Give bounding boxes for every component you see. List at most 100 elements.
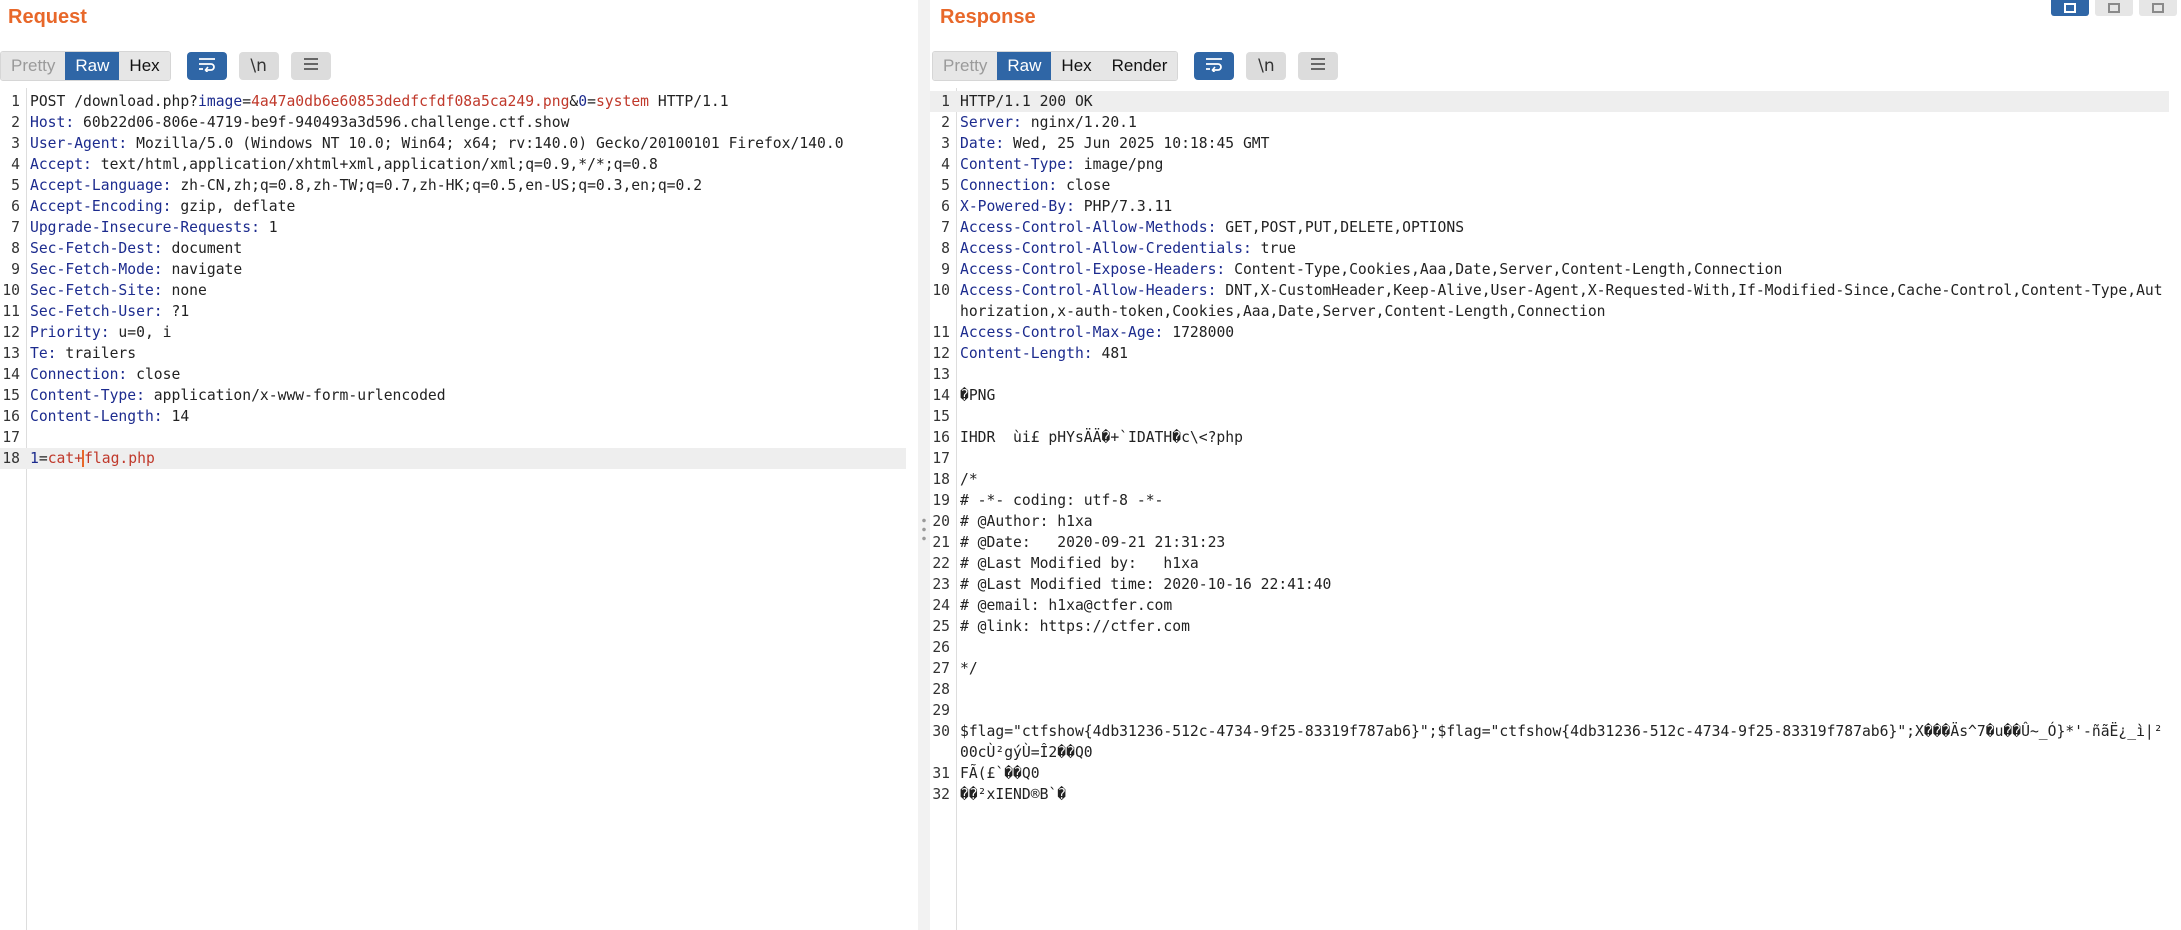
response-line: 15 xyxy=(930,406,2169,427)
token-value: 60b22d06-806e-4719-be9f-940493a3d596.cha… xyxy=(74,114,570,131)
line-content: Access-Control-Expose-Headers: Content-T… xyxy=(960,259,2169,280)
response-tab-pretty[interactable]: Pretty xyxy=(933,52,998,80)
line-content: Access-Control-Allow-Methods: GET,POST,P… xyxy=(960,217,2169,238)
rows-icon xyxy=(2108,3,2120,13)
line-number: 6 xyxy=(11,198,20,215)
line-number: 13 xyxy=(2,345,20,362)
line-number: 16 xyxy=(932,429,950,446)
response-editor[interactable]: 1 HTTP/1.1 200 OK 2 Server: nginx/1.20.1 3 Da… xyxy=(930,88,2181,930)
request-line: 6 Accept-Encoding: gzip, deflate xyxy=(0,196,906,217)
line-number: 14 xyxy=(2,366,20,383)
token-value: & xyxy=(569,93,579,110)
line-number: 32 xyxy=(932,786,950,803)
layout-side-by-side-button[interactable] xyxy=(2051,0,2089,16)
line-content xyxy=(960,637,2169,658)
response-tab-render[interactable]: Render xyxy=(1101,52,1178,80)
line-number: 15 xyxy=(2,387,20,404)
token-value: flag.php xyxy=(82,450,155,467)
line-content: Sec-Fetch-Mode: navigate xyxy=(30,259,906,280)
token-value: /* xyxy=(960,471,978,488)
token-value: # -*- coding: utf-8 -*- xyxy=(960,492,1164,509)
line-content: Content-Type: application/x-www-form-url… xyxy=(30,385,906,406)
drag-handle-icon xyxy=(921,516,927,542)
line-content: User-Agent: Mozilla/5.0 (Windows NT 10.0… xyxy=(30,133,906,154)
line-number: 15 xyxy=(932,408,950,425)
token-name: Access-Control-Max-Age: xyxy=(960,324,1164,341)
response-menu-button[interactable] xyxy=(1298,52,1339,80)
line-content: FÃ(£`��Q0 xyxy=(960,763,2169,784)
line-content: X-Powered-By: PHP/7.3.11 xyxy=(960,196,2169,217)
layout-tabs-button[interactable] xyxy=(2139,0,2177,16)
token-value: 1728000 xyxy=(1163,324,1235,341)
request-tab-pretty[interactable]: Pretty xyxy=(1,52,66,80)
line-content: Content-Type: image/png xyxy=(960,154,2169,175)
token-value: 1 xyxy=(259,219,278,236)
request-view-tabs: Pretty Raw Hex xyxy=(0,51,171,81)
line-number: 2 xyxy=(11,114,20,131)
request-panel: Request Pretty Raw Hex \n 1 POST /downloa… xyxy=(0,0,918,930)
layout-stacked-button[interactable] xyxy=(2095,0,2133,16)
line-content: # @Author: h1xa xyxy=(960,511,2169,532)
line-content xyxy=(960,679,2169,700)
request-line: 2 Host: 60b22d06-806e-4719-be9f-940493a3d… xyxy=(0,112,906,133)
single-pane-icon xyxy=(2152,3,2164,13)
request-menu-button[interactable] xyxy=(290,52,331,80)
response-panel: Response Pretty Raw Hex Render \n 1 HTTP/… xyxy=(930,0,2181,930)
token-value: trailers xyxy=(56,345,137,362)
line-number: 23 xyxy=(932,576,950,593)
request-editor[interactable]: 1 POST /download.php?image=4a47a0db6e6085… xyxy=(0,88,918,930)
line-number: 31 xyxy=(932,765,950,782)
token-value: # @Author: h1xa xyxy=(960,513,1093,530)
token-name: 0 xyxy=(578,93,588,110)
line-content: HTTP/1.1 200 OK xyxy=(960,91,2169,112)
token-name: Access-Control-Allow-Headers: xyxy=(960,282,1217,299)
token-value: # @Last Modified by: h1xa xyxy=(960,555,1199,572)
token-name: Access-Control-Expose-Headers: xyxy=(960,261,1226,278)
response-line: 2 Server: nginx/1.20.1 xyxy=(930,112,2169,133)
line-number: 9 xyxy=(11,261,20,278)
line-content: Access-Control-Max-Age: 1728000 xyxy=(960,322,2169,343)
line-number: 7 xyxy=(941,219,950,236)
line-number: 30 xyxy=(932,723,950,740)
response-tab-raw[interactable]: Raw xyxy=(997,52,1052,80)
request-line: 11 Sec-Fetch-User: ?1 xyxy=(0,301,906,322)
token-name: Sec-Fetch-Mode: xyxy=(30,261,163,278)
token-value: system xyxy=(595,93,650,110)
panel-divider[interactable] xyxy=(918,0,930,930)
request-tab-raw[interactable]: Raw xyxy=(65,52,120,80)
request-tab-hex[interactable]: Hex xyxy=(119,52,170,80)
token-value: image/png xyxy=(1074,156,1164,173)
line-content: Host: 60b22d06-806e-4719-be9f-940493a3d5… xyxy=(30,112,906,133)
token-value: FÃ(£`��Q0 xyxy=(960,765,1040,782)
response-lines: 1 HTTP/1.1 200 OK 2 Server: nginx/1.20.1 3 Da… xyxy=(930,91,2169,805)
response-tab-hex[interactable]: Hex xyxy=(1051,52,1102,80)
line-content: Upgrade-Insecure-Requests: 1 xyxy=(30,217,906,238)
token-value: Mozilla/5.0 (Windows NT 10.0; Win64; x64… xyxy=(127,135,844,152)
token-name: Accept-Language: xyxy=(30,177,172,194)
response-line: 28 xyxy=(930,679,2169,700)
token-name: 1 xyxy=(30,450,39,467)
line-number: 4 xyxy=(11,156,20,173)
token-value: nginx/1.20.1 xyxy=(1021,114,1137,131)
line-content: Connection: close xyxy=(30,364,906,385)
response-title: Response xyxy=(940,6,1036,28)
line-content: ��²xIEND®B`� xyxy=(960,784,2169,805)
line-number: 21 xyxy=(932,534,950,551)
token-value: document xyxy=(162,240,243,257)
request-show-newlines-button[interactable]: \n xyxy=(238,52,279,80)
response-line: 6 X-Powered-By: PHP/7.3.11 xyxy=(930,196,2169,217)
request-word-wrap-button[interactable] xyxy=(186,52,227,80)
line-content xyxy=(960,448,2169,469)
response-word-wrap-button[interactable] xyxy=(1194,52,1235,80)
request-line: 16 Content-Length: 14 xyxy=(0,406,906,427)
line-number: 19 xyxy=(932,492,950,509)
line-number: 12 xyxy=(932,345,950,362)
response-show-newlines-button[interactable]: \n xyxy=(1246,52,1287,80)
token-value: true xyxy=(1251,240,1297,257)
response-line: 26 xyxy=(930,637,2169,658)
token-value: ��²xIEND®B`� xyxy=(960,786,1067,803)
token-value: ?1 xyxy=(162,303,190,320)
line-content: */ xyxy=(960,658,2169,679)
token-value: = xyxy=(587,93,596,110)
response-line: 31 FÃ(£`��Q0 xyxy=(930,763,2169,784)
